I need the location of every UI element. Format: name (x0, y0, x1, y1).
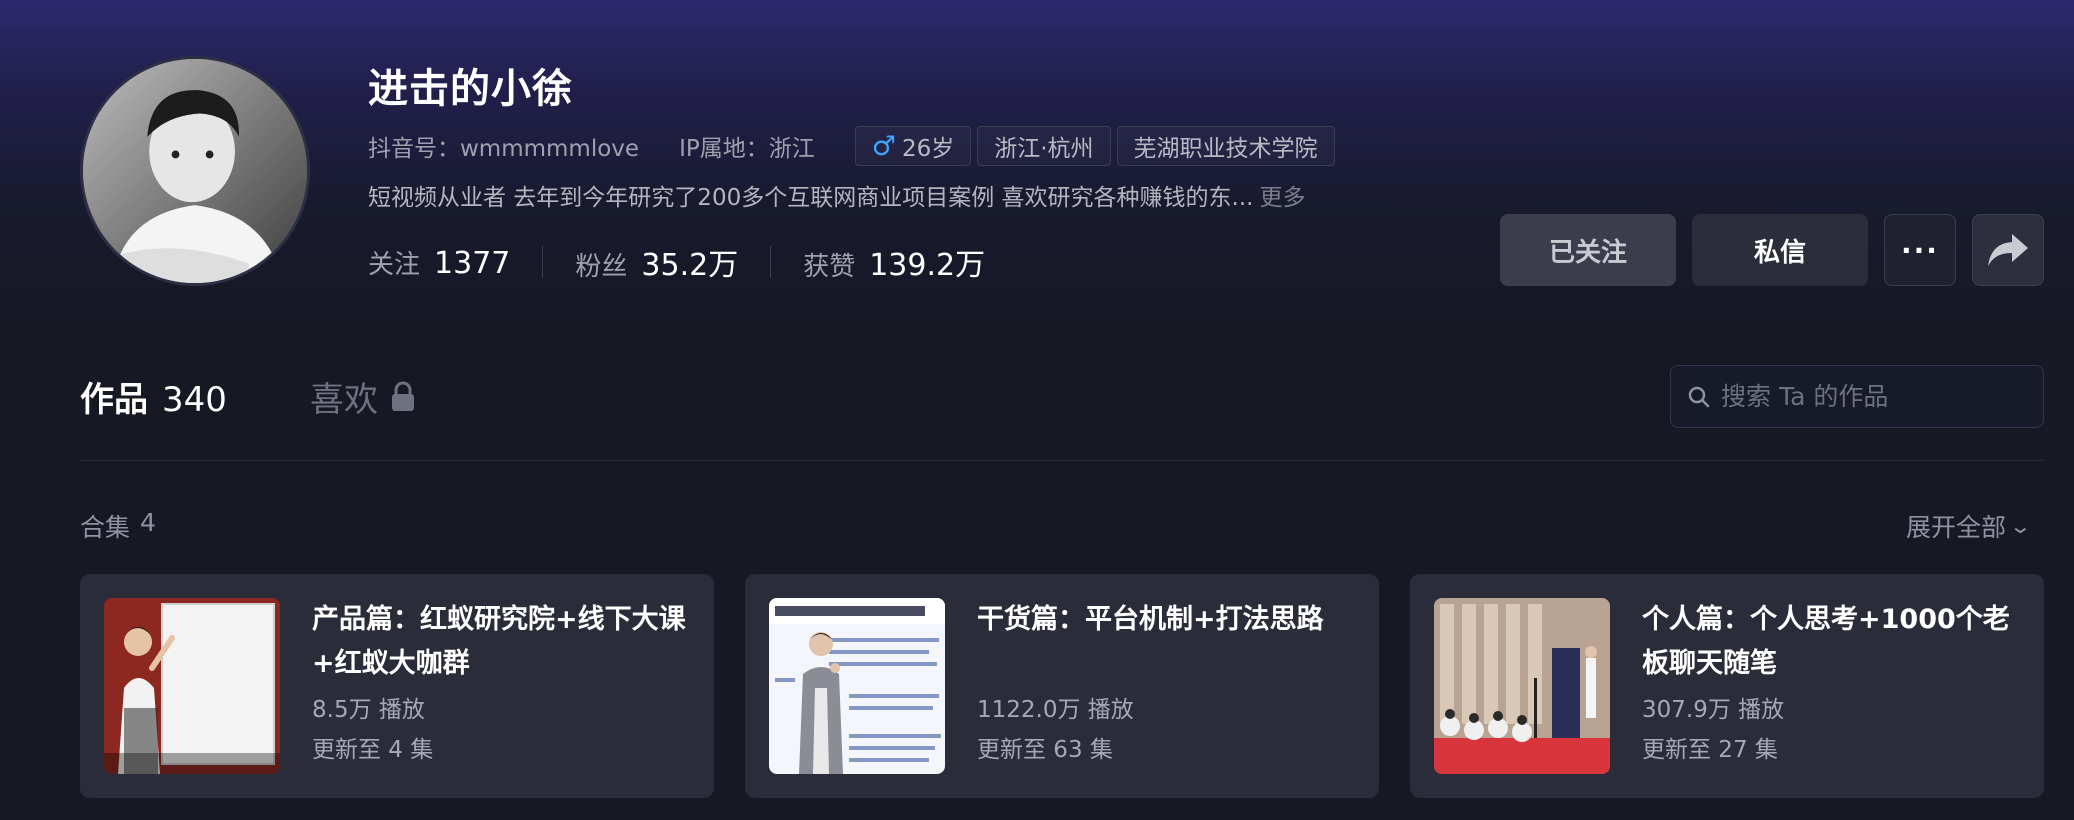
ip-location: IP属地：浙江 (679, 136, 815, 162)
share-button[interactable] (1972, 214, 2044, 286)
location-tag-label: 浙江·杭州 (994, 136, 1094, 162)
profile-meta-row: 抖音号：wmmmmmlove IP属地：浙江 ♂ 26岁 浙江·杭州 芜湖职业技… (368, 126, 1341, 166)
expand-all-button[interactable]: 展开全部 ⌄ (1906, 508, 2033, 544)
bio-more-link[interactable]: 更多 (1259, 185, 1305, 211)
location-tag: 浙江·杭州 (977, 126, 1111, 166)
following-stat[interactable]: 关注 1377 (368, 244, 510, 281)
chevron-down-icon: ⌄ (2008, 514, 2033, 538)
search-box[interactable] (1670, 365, 2044, 428)
following-value: 1377 (434, 245, 511, 281)
school-tag: 芜湖职业技术学院 (1116, 126, 1335, 166)
followed-button[interactable]: 已关注 (1500, 214, 1676, 286)
section-divider (80, 460, 2044, 461)
collection-title: 干货篇：平台机制+打法思路 (977, 604, 1324, 635)
collection-plays: 307.9万 播放 (1642, 697, 1785, 723)
profile-stats: 关注 1377 粉丝 35.2万 获赞 139.2万 (368, 240, 985, 284)
collection-title: 产品篇：红蚁研究院+线下大课+红蚁大咖群 (312, 604, 686, 679)
collection-title: 个人篇：个人思考+1000个老板聊天随笔 (1642, 604, 2010, 679)
avatar-photo (83, 59, 307, 283)
bio-text: 短视频从业者 去年到今年研究了200多个互联网商业项目案例 喜欢研究各种赚钱的东… (368, 185, 1254, 211)
stat-divider (542, 246, 544, 278)
likes-value: 139.2万 (869, 248, 986, 283)
tab-works-label: 作品 (80, 380, 148, 420)
collection-card[interactable]: 个人篇：个人思考+1000个老板聊天随笔 307.9万 播放 更新至 27 集 (1410, 574, 2044, 798)
following-label: 关注 (368, 249, 421, 280)
collection-count: 4 (140, 508, 156, 537)
collection-plays: 8.5万 播放 (312, 697, 425, 723)
tab-likes[interactable]: 喜欢 (310, 372, 416, 421)
collection-label: 合集 (80, 513, 131, 542)
share-icon (1988, 234, 2028, 266)
message-button[interactable]: 私信 (1692, 214, 1868, 286)
stat-divider (770, 246, 772, 278)
tab-works-count: 340 (162, 380, 227, 420)
collection-thumbnail (769, 598, 945, 774)
search-icon (1688, 386, 1710, 407)
fans-label: 粉丝 (575, 252, 628, 282)
tab-works[interactable]: 作品 340 (80, 372, 227, 421)
age-tag-label: 26岁 (901, 136, 955, 162)
likes-stat: 获赞 139.2万 (803, 240, 985, 284)
male-icon: ♂ (871, 130, 896, 162)
collection-thumbnail (1434, 598, 1610, 774)
collection-updates: 更新至 63 集 (977, 737, 1113, 763)
fans-stat[interactable]: 粉丝 35.2万 (575, 240, 738, 284)
lock-icon (390, 381, 416, 413)
collection-header: 合集 4 (80, 508, 156, 544)
avatar[interactable] (80, 56, 310, 286)
age-tag: ♂ 26岁 (854, 126, 972, 166)
more-button[interactable]: ··· (1884, 214, 1956, 286)
expand-all-label: 展开全部 (1906, 513, 2007, 542)
collection-card[interactable]: 干货篇：平台机制+打法思路 1122.0万 播放 更新至 63 集 (745, 574, 1379, 798)
school-tag-label: 芜湖职业技术学院 (1133, 136, 1318, 162)
collection-thumbnail (104, 598, 280, 774)
tab-likes-label: 喜欢 (310, 380, 378, 420)
search-input[interactable] (1721, 382, 2021, 411)
profile-nickname: 进击的小徐 (368, 66, 573, 112)
douyin-id: 抖音号：wmmmmmlove (368, 136, 640, 162)
fans-value: 35.2万 (641, 248, 739, 283)
collection-card[interactable]: 产品篇：红蚁研究院+线下大课+红蚁大咖群 8.5万 播放 更新至 4 集 (80, 574, 714, 798)
collection-updates: 更新至 4 集 (312, 737, 434, 763)
profile-bio: 短视频从业者 去年到今年研究了200多个互联网商业项目案例 喜欢研究各种赚钱的东… (368, 178, 1305, 212)
collection-updates: 更新至 27 集 (1642, 737, 1778, 763)
collection-plays: 1122.0万 播放 (977, 697, 1134, 723)
likes-label: 获赞 (803, 252, 856, 282)
